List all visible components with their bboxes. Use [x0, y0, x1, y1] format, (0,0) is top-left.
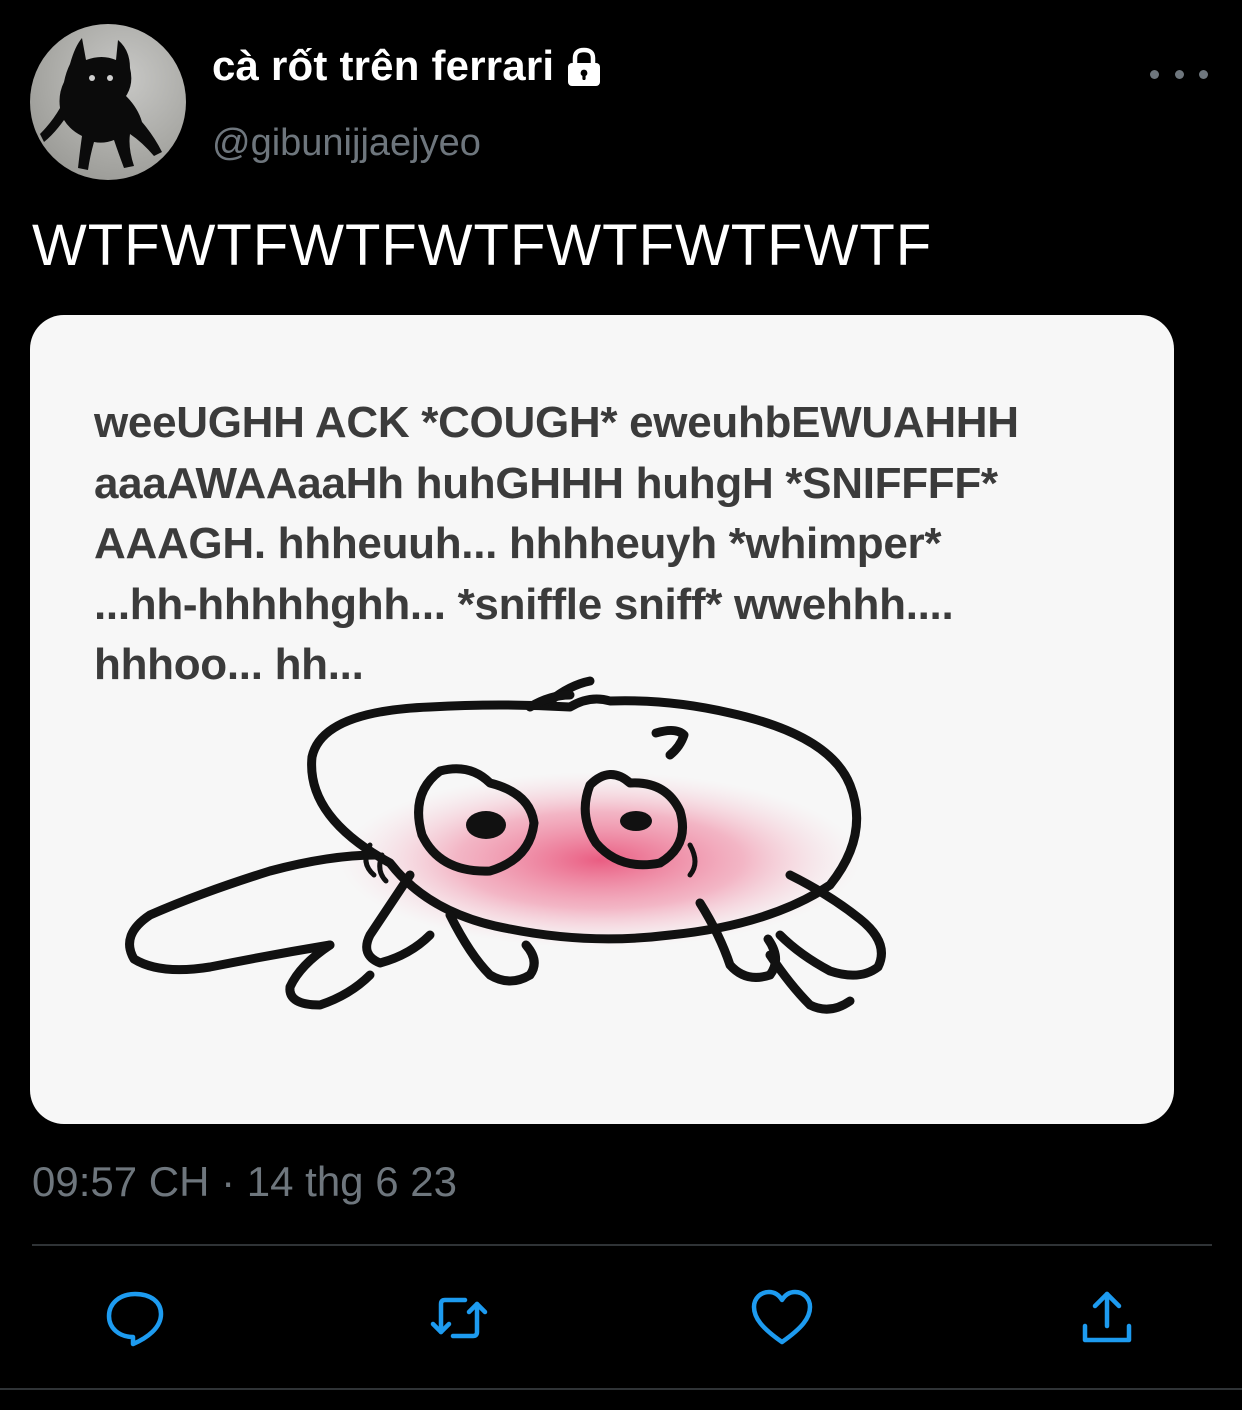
display-name-text[interactable]: cà rốt trên ferrari — [212, 42, 554, 90]
bottom-divider — [0, 1388, 1242, 1390]
divider — [32, 1244, 1212, 1246]
more-dot — [1150, 69, 1159, 79]
tweet-media-image[interactable]: weeUGHH ACK *COUGH* eweuhbEWUAHHH aaaAWA… — [30, 315, 1174, 1124]
media-text-line: AAAGH. hhheuuh... hhhheuyh *whimper* — [94, 519, 942, 568]
display-name[interactable]: cà rốt trên ferrari — [212, 42, 608, 90]
more-dot — [1199, 69, 1208, 79]
like-icon[interactable] — [750, 1286, 814, 1350]
media-text-line: hhhoo... hh... — [94, 640, 364, 689]
share-icon[interactable] — [1075, 1286, 1139, 1350]
media-text-line: ...hh-hhhhhghh... *sniffle sniff* wwehhh… — [94, 579, 954, 629]
action-bar — [0, 1286, 1242, 1350]
media-text-line: aaaAWAAaaHh huhGHHH huhgH *SNIFFFF* — [94, 458, 998, 508]
tweet-timestamp[interactable]: 09:57 CH · 14 thg 6 23 — [32, 1158, 457, 1206]
retweet-icon[interactable] — [427, 1286, 491, 1350]
media-caption: weeUGHH ACK *COUGH* eweuhbEWUAHHH aaaAWA… — [94, 393, 1154, 696]
avatar[interactable] — [30, 24, 186, 180]
more-icon[interactable] — [1150, 52, 1208, 96]
tweet: cà rốt trên ferrari @gibunijjaejyeo WTFW… — [0, 0, 1242, 1410]
media-text-line: weeUGHH ACK *COUGH* eweuhbEWUAHHH — [94, 398, 1019, 447]
tweet-text: WTFWTFWTFWTFWTFWTFWTF — [32, 213, 933, 278]
black-cat-avatar-image — [40, 38, 162, 170]
user-handle[interactable]: @gibunijjaejyeo — [212, 122, 481, 165]
reply-icon[interactable] — [103, 1286, 167, 1350]
more-dot — [1174, 69, 1184, 79]
lock-icon — [560, 42, 608, 90]
